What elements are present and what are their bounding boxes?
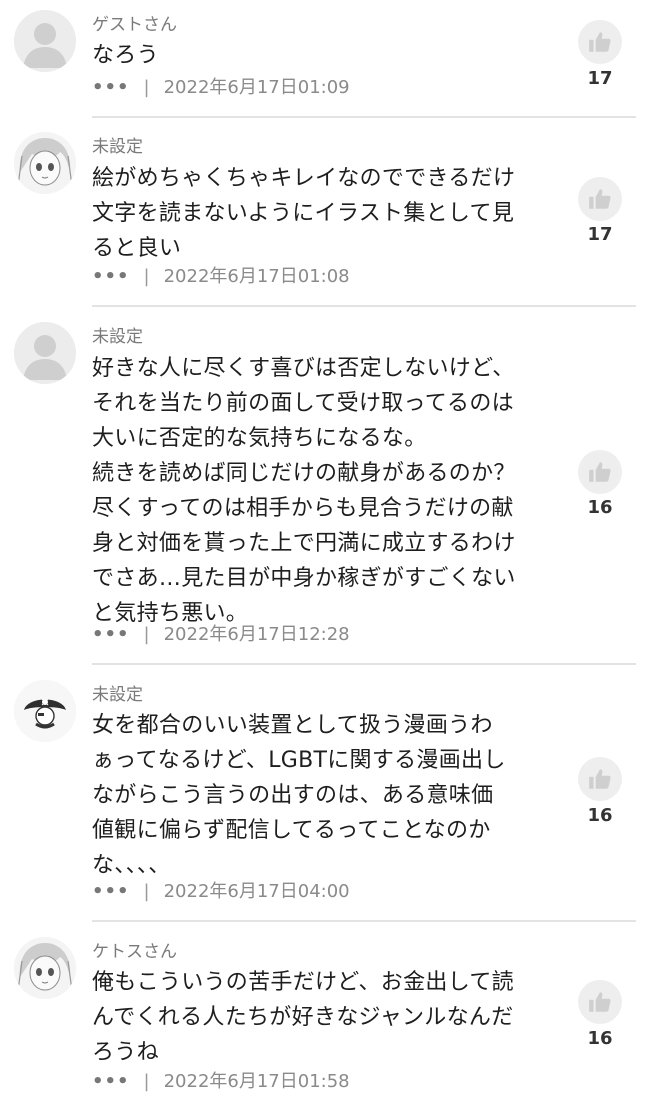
comment-item: ケトスさん 俺もこういうの苦手だけど、お金出して読 んでくれる人たちが好きなジャ… — [0, 0, 650, 1110]
comment-meta: ••• | 2022年6月17日01:58 — [92, 1070, 350, 1094]
thumbs-up-icon — [587, 989, 613, 1015]
comment-author[interactable]: ケトスさん — [92, 941, 177, 963]
avatar-icon[interactable] — [14, 937, 76, 999]
like-count: 16 — [587, 1028, 613, 1049]
more-dots-icon[interactable]: ••• — [92, 1071, 130, 1092]
meta-separator: | — [143, 1071, 150, 1092]
like-button[interactable] — [578, 980, 622, 1024]
comment-text: 俺もこういうの苦手だけど、お金出して読 んでくれる人たちが好きなジャンルなんだ … — [92, 970, 514, 1065]
comment-timestamp: 2022年6月17日01:58 — [163, 1071, 350, 1092]
